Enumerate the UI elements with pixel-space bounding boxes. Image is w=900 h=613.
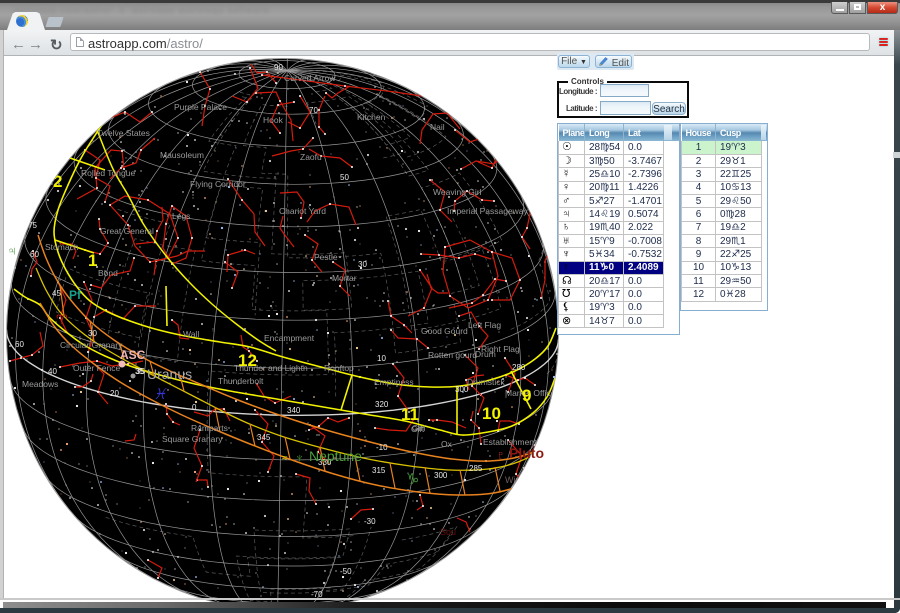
svg-text:Nail: Nail: [430, 122, 445, 132]
svg-text:-30: -30: [364, 517, 376, 526]
svg-text:Thunderbolt: Thunderbolt: [218, 376, 264, 386]
svg-text:≈: ≈: [282, 453, 288, 464]
svg-text:-10: -10: [376, 443, 388, 452]
svg-text:Kitchen: Kitchen: [357, 112, 386, 122]
svg-text:Good Gourd: Good Gourd: [421, 326, 468, 336]
svg-text:Ramparts: Ramparts: [191, 423, 228, 433]
svg-text:Stomach: Stomach: [45, 242, 79, 252]
svg-text:1: 1: [88, 251, 97, 270]
svg-text:Pestle: Pestle: [314, 252, 338, 262]
svg-text:♆︎: ♆︎: [295, 451, 304, 465]
svg-text:0: 0: [192, 403, 197, 412]
svg-text:Neptune: Neptune: [309, 448, 362, 464]
svg-text:90: 90: [274, 63, 283, 72]
svg-text:Sou: Sou: [440, 527, 456, 537]
svg-text:Circular Granary: Circular Granary: [60, 340, 123, 350]
svg-text:Uranus: Uranus: [147, 366, 192, 382]
svg-text:Mortar: Mortar: [332, 273, 357, 283]
svg-text:285: 285: [469, 464, 483, 473]
svg-text:315: 315: [372, 466, 386, 475]
svg-text:♇︎: ♇︎: [496, 448, 505, 462]
svg-text:♓︎: ♓︎: [153, 386, 167, 403]
svg-text:Pluto: Pluto: [509, 445, 544, 461]
svg-text:Curved Arrow: Curved Arrow: [284, 73, 336, 83]
svg-text:Wall: Wall: [183, 329, 199, 339]
svg-text:Gift: Gift: [411, 424, 425, 434]
svg-text:345: 345: [257, 433, 271, 442]
svg-text:Emptiness: Emptiness: [374, 377, 414, 387]
svg-text:Rotten gourd: Rotten gourd: [428, 350, 477, 360]
svg-text:12: 12: [238, 351, 257, 370]
svg-text:340: 340: [287, 406, 301, 415]
svg-text:20: 20: [110, 389, 119, 398]
svg-text:Bond: Bond: [98, 268, 118, 278]
svg-text:Flying Corridor: Flying Corridor: [190, 179, 246, 189]
svg-text:60: 60: [30, 250, 39, 259]
svg-text:Meadows: Meadows: [22, 379, 58, 389]
svg-text:Rolled Tongue: Rolled Tongue: [81, 168, 135, 178]
svg-text:♈︎: ♈︎: [56, 312, 68, 327]
svg-text:60: 60: [15, 340, 24, 349]
svg-text:-50: -50: [340, 567, 352, 576]
svg-text:Pf: Pf: [69, 288, 82, 302]
svg-text:Weaving Girl: Weaving Girl: [433, 187, 482, 197]
svg-text:45: 45: [52, 289, 61, 298]
svg-text:75: 75: [28, 221, 37, 230]
svg-text:Chariot Yard: Chariot Yard: [279, 206, 326, 216]
svg-text:Drumstick: Drumstick: [467, 377, 506, 387]
svg-text:Square Granary: Square Granary: [162, 434, 223, 444]
svg-text:Drum: Drum: [475, 349, 496, 359]
svg-text:♑︎: ♑︎: [406, 471, 419, 488]
svg-text:Purple Palace: Purple Palace: [174, 102, 227, 112]
svg-text:10: 10: [377, 354, 386, 363]
svg-text:ASC: ASC: [120, 348, 146, 362]
svg-text:10: 10: [482, 404, 501, 423]
svg-text:Market Officer: Market Officer: [505, 388, 558, 398]
svg-text:Imperial Passageway: Imperial Passageway: [447, 206, 529, 216]
svg-text:Winnowing B: Winnowing B: [505, 475, 558, 485]
svg-text:Hook: Hook: [263, 115, 284, 125]
svg-text:30: 30: [358, 260, 367, 269]
svg-text:70: 70: [309, 106, 318, 115]
svg-text:40: 40: [48, 367, 57, 376]
svg-text:50: 50: [340, 173, 349, 182]
svg-text:Mausoleum: Mausoleum: [160, 150, 204, 160]
svg-text:Ox: Ox: [441, 439, 453, 449]
svg-text:♃︎: ♃︎: [7, 243, 17, 258]
svg-text:2: 2: [53, 172, 62, 191]
svg-text:Zaofu: Zaofu: [300, 152, 322, 162]
svg-text:280: 280: [512, 363, 526, 372]
svg-text:300: 300: [455, 385, 469, 394]
svg-text:Twelve States: Twelve States: [97, 128, 150, 138]
svg-text:Rooftop: Rooftop: [324, 363, 354, 373]
svg-text:Encampment: Encampment: [264, 333, 315, 343]
svg-text:Great General: Great General: [100, 226, 154, 236]
svg-text:35: 35: [136, 367, 145, 376]
svg-text:30: 30: [88, 329, 97, 338]
svg-text:9: 9: [522, 386, 531, 405]
svg-text:Legs: Legs: [172, 211, 190, 221]
svg-text:11: 11: [401, 405, 419, 424]
svg-text:Left Flag: Left Flag: [468, 320, 501, 330]
svg-text:320: 320: [375, 400, 389, 409]
svg-text:300: 300: [434, 471, 448, 480]
svg-text:Outer Fence: Outer Fence: [73, 363, 121, 373]
